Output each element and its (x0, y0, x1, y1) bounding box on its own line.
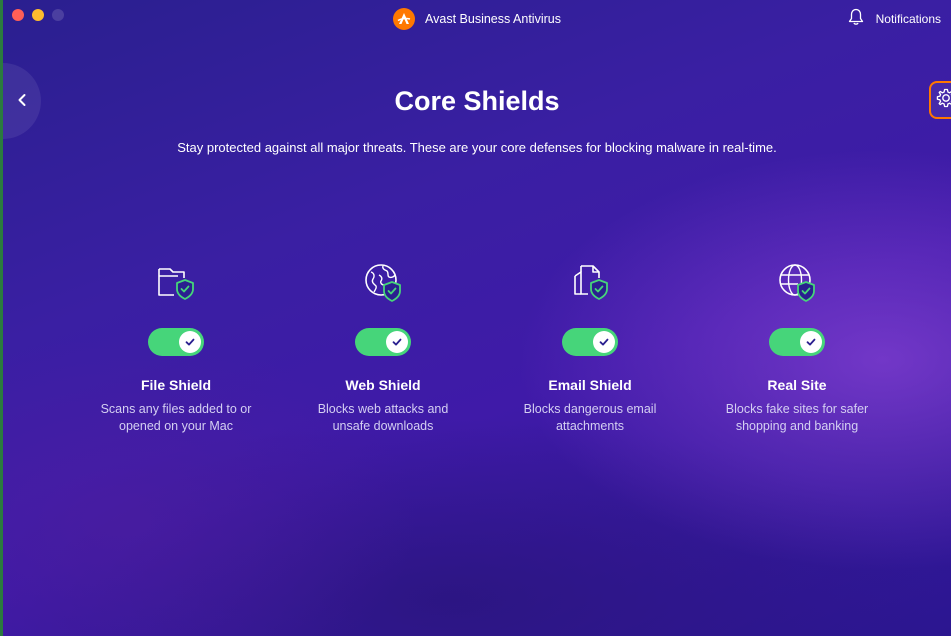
bell-icon (848, 8, 864, 29)
shield-description-line: Scans any files added to or (100, 402, 252, 416)
avast-logo-icon (393, 8, 416, 30)
shield-name: Email Shield (548, 377, 632, 393)
notifications-label: Notifications (875, 11, 941, 26)
folder-shield-icon (152, 258, 200, 306)
shield-name: File Shield (140, 377, 211, 393)
shield-card-file: File Shield Scans any files added to or … (76, 258, 276, 435)
shield-description-line: Blocks fake sites for safer (725, 402, 869, 416)
real-site-toggle[interactable] (769, 328, 825, 356)
shield-description-line: shopping and banking (735, 419, 859, 433)
shield-description: Blocks dangerous email attachments (500, 401, 680, 435)
shield-card-email: Email Shield Blocks dangerous email atta… (490, 258, 690, 435)
title-bar: Avast Business Antivirus Notifications (3, 0, 951, 38)
page-subtitle: Stay protected against all major threats… (177, 140, 777, 155)
shield-description-line: unsafe downloads (332, 419, 434, 433)
file-shield-toggle[interactable] (148, 328, 204, 356)
notifications-button[interactable]: Notifications (848, 8, 941, 29)
shields-list: File Shield Scans any files added to or … (3, 258, 951, 458)
web-shield-toggle[interactable] (355, 328, 411, 356)
shield-description-line: Blocks dangerous email (523, 402, 657, 416)
globe-shield-icon (359, 258, 407, 306)
app-title-text: Avast Business Antivirus (425, 12, 561, 26)
app-title: Avast Business Antivirus (3, 8, 951, 30)
shield-description-line: opened on your Mac (119, 419, 233, 433)
web-shield-icon (773, 258, 821, 306)
shield-description-line: Blocks web attacks and (317, 402, 449, 416)
shield-name: Web Shield (345, 377, 421, 393)
email-shield-toggle[interactable] (562, 328, 618, 356)
shield-description: Blocks web attacks and unsafe downloads (293, 401, 473, 435)
shield-card-real-site: Real Site Blocks fake sites for safer sh… (697, 258, 897, 435)
page-title: Core Shields (394, 86, 560, 116)
check-icon (386, 331, 408, 353)
shield-name: Real Site (767, 377, 827, 393)
shield-description: Scans any files added to or opened on yo… (86, 401, 266, 435)
shield-description-line: attachments (555, 419, 625, 433)
shield-card-web: Web Shield Blocks web attacks and unsafe… (283, 258, 483, 435)
check-icon (800, 331, 822, 353)
check-icon (593, 331, 615, 353)
document-shield-icon (566, 258, 614, 306)
shield-description: Blocks fake sites for safer shopping and… (707, 401, 887, 435)
app-window: Avast Business Antivirus Notifications C… (0, 0, 951, 636)
check-icon (179, 331, 201, 353)
